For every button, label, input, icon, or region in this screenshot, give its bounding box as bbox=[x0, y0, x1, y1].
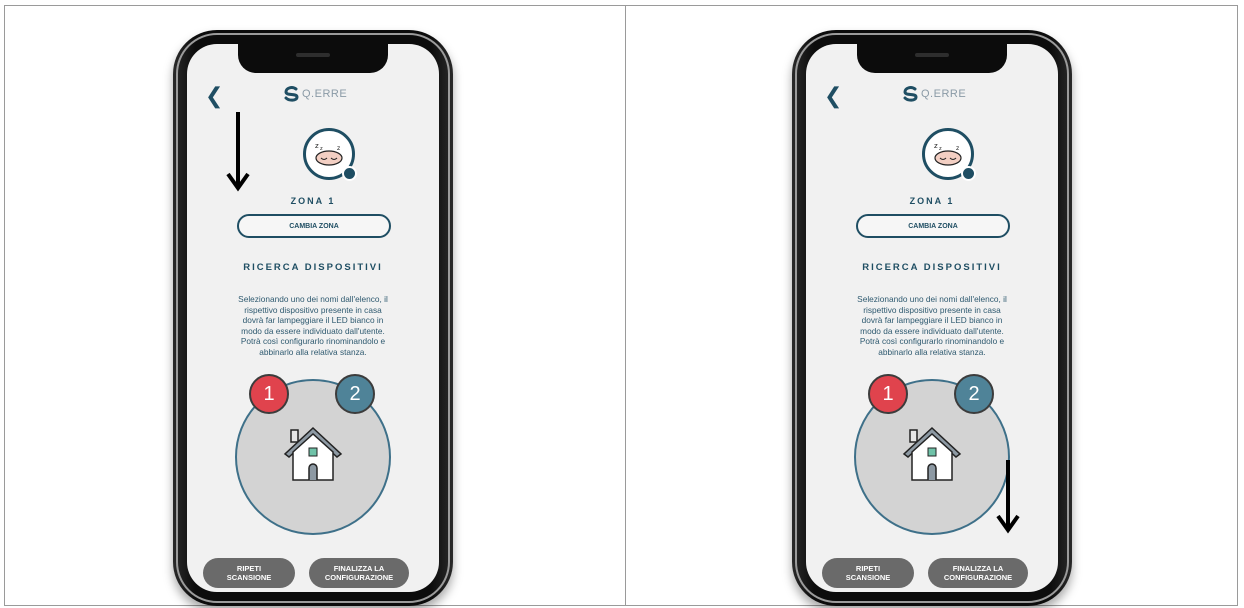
device-1-button[interactable]: 1 bbox=[249, 374, 289, 414]
svg-text:z: z bbox=[934, 142, 938, 150]
repeat-scan-button[interactable]: RIPETI SCANSIONE bbox=[822, 558, 914, 588]
device-2-button[interactable]: 2 bbox=[335, 374, 375, 414]
repeat-scan-button[interactable]: RIPETI SCANSIONE bbox=[203, 558, 295, 588]
house-icon bbox=[283, 426, 343, 481]
logo-mark-icon bbox=[284, 86, 299, 102]
description-line: Selezionando uno dei nomi dall'elenco, i… bbox=[857, 294, 1007, 304]
description-line: modo da essere individuato dall'utente. bbox=[860, 325, 1004, 336]
app-screen: ❮ Q.ERRE z z z ZONA 1 CAMBIA ZONA RICERC… bbox=[187, 44, 439, 592]
app-logo: Q.ERRE bbox=[283, 86, 347, 102]
description-line: Potrà così configurarlo rinominandolo e bbox=[859, 336, 1005, 347]
logo-text: Q.ERRE bbox=[921, 88, 967, 100]
chevron-left-icon[interactable]: ❮ bbox=[205, 84, 223, 109]
logo-mark-icon bbox=[903, 86, 918, 102]
description-line: rispettivo dispositivo presente in casa bbox=[863, 304, 1001, 315]
description-line: abbinarlo alla relativa stanza. bbox=[259, 346, 367, 357]
description-text: Selezionando uno dei nomi dall'elenco, i… bbox=[828, 294, 1036, 358]
phone-mockup: ❮ Q.ERRE z z z ZONA 1 CAMBIA ZONA RICERC… bbox=[792, 30, 1072, 606]
arrow-down-icon bbox=[226, 112, 250, 192]
description-line: dovrà far lampeggiare il LED bianco in bbox=[242, 315, 384, 326]
repeat-scan-label-1: RIPETI bbox=[855, 564, 881, 573]
zone-label: ZONA 1 bbox=[909, 196, 955, 206]
svg-text:z: z bbox=[320, 146, 323, 152]
description-line: dovrà far lampeggiare il LED bianco in bbox=[861, 315, 1003, 326]
repeat-scan-label-2: SCANSIONE bbox=[226, 573, 272, 582]
change-zone-button[interactable]: CAMBIA ZONA bbox=[856, 214, 1010, 238]
speaker bbox=[915, 53, 949, 57]
svg-text:z: z bbox=[939, 146, 942, 152]
table-cell-right: ❮ Q.ERRE z z z ZONA 1 CAMBIA ZONA RICERC… bbox=[626, 6, 1244, 606]
section-title: RICERCA DISPOSITIVI bbox=[862, 262, 1002, 273]
finalize-label-2: CONFIGURAZIONE bbox=[943, 573, 1013, 582]
svg-text:z: z bbox=[337, 145, 340, 152]
phone-notch bbox=[857, 44, 1007, 73]
arrow-down-icon bbox=[996, 460, 1020, 534]
device-1-button[interactable]: 1 bbox=[868, 374, 908, 414]
repeat-scan-label-1: RIPETI bbox=[236, 564, 262, 573]
description-line: abbinarlo alla relativa stanza. bbox=[878, 346, 986, 357]
house-icon bbox=[902, 426, 962, 481]
chevron-left-icon[interactable]: ❮ bbox=[824, 84, 842, 109]
phone-notch bbox=[238, 44, 388, 73]
finalize-config-button[interactable]: FINALIZZA LA CONFIGURAZIONE bbox=[928, 558, 1028, 588]
table-cell-left: ❮ Q.ERRE z z z ZONA 1 CAMBIA ZONA RICERC… bbox=[5, 6, 625, 606]
svg-text:z: z bbox=[315, 142, 319, 150]
finalize-label-1: FINALIZZA LA bbox=[952, 564, 1004, 573]
description-text: Selezionando uno dei nomi dall'elenco, i… bbox=[209, 294, 417, 358]
edit-badge-icon[interactable] bbox=[961, 166, 976, 181]
device-2-button[interactable]: 2 bbox=[954, 374, 994, 414]
speaker bbox=[296, 53, 330, 57]
finalize-label-1: FINALIZZA LA bbox=[333, 564, 385, 573]
section-title: RICERCA DISPOSITIVI bbox=[243, 262, 383, 273]
description-line: rispettivo dispositivo presente in casa bbox=[244, 304, 382, 315]
logo-text: Q.ERRE bbox=[302, 88, 348, 100]
app-screen: ❮ Q.ERRE z z z ZONA 1 CAMBIA ZONA RICERC… bbox=[806, 44, 1058, 592]
change-zone-button[interactable]: CAMBIA ZONA bbox=[237, 214, 391, 238]
finalize-config-button[interactable]: FINALIZZA LA CONFIGURAZIONE bbox=[309, 558, 409, 588]
phone-mockup: ❮ Q.ERRE z z z ZONA 1 CAMBIA ZONA RICERC… bbox=[173, 30, 453, 606]
zone-label: ZONA 1 bbox=[290, 196, 336, 206]
repeat-scan-label-2: SCANSIONE bbox=[845, 573, 891, 582]
description-line: modo da essere individuato dall'utente. bbox=[241, 325, 385, 336]
finalize-label-2: CONFIGURAZIONE bbox=[324, 573, 394, 582]
svg-text:z: z bbox=[956, 145, 959, 152]
description-line: Selezionando uno dei nomi dall'elenco, i… bbox=[238, 294, 388, 304]
description-line: Potrà così configurarlo rinominandolo e bbox=[240, 336, 386, 347]
app-logo: Q.ERRE bbox=[902, 86, 966, 102]
edit-badge-icon[interactable] bbox=[342, 166, 357, 181]
